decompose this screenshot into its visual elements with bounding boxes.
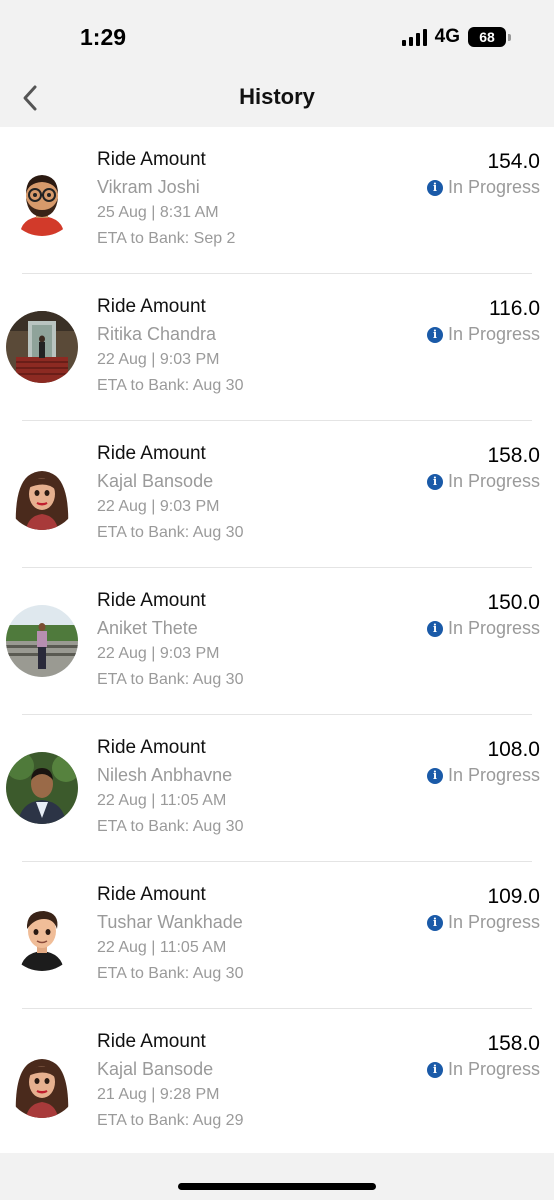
row-title: Ride Amount <box>97 1031 206 1052</box>
eta-to-bank: ETA to Bank: Aug 30 <box>97 965 244 982</box>
ride-datetime: 21 Aug | 9:28 PM <box>97 1086 220 1103</box>
status-bar: 1:29 4G 68 <box>0 0 554 70</box>
signal-icon <box>401 28 427 46</box>
history-row[interactable]: Ride Amount Vikram Joshi 25 Aug | 8:31 A… <box>0 127 554 274</box>
avatar <box>6 752 78 824</box>
battery-level: 68 <box>479 29 495 45</box>
avatar <box>6 1046 78 1118</box>
ride-amount: 109.0 <box>487 885 540 908</box>
info-icon: i <box>426 473 443 490</box>
avatar <box>6 164 78 236</box>
status-badge: i In Progress <box>426 912 540 933</box>
status-time: 1:29 <box>80 24 127 50</box>
row-title: Ride Amount <box>97 884 206 905</box>
ride-amount: 150.0 <box>487 591 540 614</box>
status-text: In Progress <box>447 177 540 197</box>
ride-amount: 108.0 <box>487 738 540 761</box>
status-text: In Progress <box>447 324 540 344</box>
network-type: 4G <box>434 26 460 47</box>
rider-name: Kajal Bansode <box>97 471 214 491</box>
rider-name: Aniket Thete <box>97 618 198 638</box>
row-title: Ride Amount <box>97 590 206 611</box>
eta-to-bank: ETA to Bank: Aug 30 <box>97 377 244 394</box>
rider-name: Kajal Bansode <box>97 1059 214 1079</box>
row-title: Ride Amount <box>97 737 206 758</box>
status-indicators: 4G 68 <box>401 26 511 48</box>
eta-to-bank: ETA to Bank: Aug 29 <box>97 1112 244 1129</box>
status-badge: i In Progress <box>426 324 540 345</box>
home-indicator-area <box>0 1153 554 1200</box>
status-badge: i In Progress <box>426 471 540 492</box>
ride-amount: 158.0 <box>487 444 540 467</box>
info-icon: i <box>426 1061 443 1078</box>
ride-amount: 158.0 <box>487 1032 540 1055</box>
status-text: In Progress <box>447 471 540 491</box>
ride-datetime: 25 Aug | 8:31 AM <box>97 204 219 221</box>
history-row[interactable]: Ride Amount Aniket Thete 22 Aug | 9:03 P… <box>0 568 554 715</box>
eta-to-bank: ETA to Bank: Aug 30 <box>97 818 244 835</box>
home-indicator[interactable] <box>178 1183 376 1190</box>
row-title: Ride Amount <box>97 296 206 317</box>
page-title: History <box>239 84 315 109</box>
status-badge: i In Progress <box>426 765 540 786</box>
info-icon: i <box>426 326 443 343</box>
history-row[interactable]: Ride Amount Kajal Bansode 21 Aug | 9:28 … <box>0 1009 554 1153</box>
info-icon: i <box>426 914 443 931</box>
status-badge: i In Progress <box>426 1059 540 1080</box>
avatar <box>6 458 78 530</box>
rider-name: Vikram Joshi <box>97 177 200 197</box>
eta-to-bank: ETA to Bank: Aug 30 <box>97 524 244 541</box>
history-row[interactable]: Ride Amount Ritika Chandra 22 Aug | 9:03… <box>0 274 554 421</box>
row-title: Ride Amount <box>97 149 206 170</box>
rider-name: Tushar Wankhade <box>97 912 243 932</box>
avatar <box>6 605 78 677</box>
battery-icon: 68 <box>468 27 511 47</box>
history-list: Ride Amount Vikram Joshi 25 Aug | 8:31 A… <box>0 127 554 1153</box>
status-badge: i In Progress <box>426 618 540 639</box>
ride-datetime: 22 Aug | 11:05 AM <box>97 792 227 809</box>
info-icon: i <box>426 179 443 196</box>
avatar <box>6 899 78 971</box>
status-badge: i In Progress <box>426 177 540 198</box>
ride-datetime: 22 Aug | 9:03 PM <box>97 645 220 662</box>
status-text: In Progress <box>447 765 540 785</box>
history-row[interactable]: Ride Amount Kajal Bansode 22 Aug | 9:03 … <box>0 421 554 568</box>
row-title: Ride Amount <box>97 443 206 464</box>
rider-name: Ritika Chandra <box>97 324 217 344</box>
eta-to-bank: ETA to Bank: Sep 2 <box>97 230 236 247</box>
status-text: In Progress <box>447 618 540 638</box>
ride-amount: 116.0 <box>489 297 540 320</box>
history-row[interactable]: Ride Amount Tushar Wankhade 22 Aug | 11:… <box>0 862 554 1009</box>
avatar <box>6 311 78 383</box>
info-icon: i <box>426 767 443 784</box>
ride-datetime: 22 Aug | 9:03 PM <box>97 498 220 515</box>
eta-to-bank: ETA to Bank: Aug 30 <box>97 671 244 688</box>
info-icon: i <box>426 620 443 637</box>
rider-name: Nilesh Anbhavne <box>97 765 233 785</box>
history-row[interactable]: Ride Amount Nilesh Anbhavne 22 Aug | 11:… <box>0 715 554 862</box>
status-text: In Progress <box>447 912 540 932</box>
ride-amount: 154.0 <box>487 150 540 173</box>
ride-datetime: 22 Aug | 11:05 AM <box>97 939 227 956</box>
ride-datetime: 22 Aug | 9:03 PM <box>97 351 220 368</box>
nav-header: History <box>0 70 554 126</box>
status-text: In Progress <box>447 1059 540 1079</box>
